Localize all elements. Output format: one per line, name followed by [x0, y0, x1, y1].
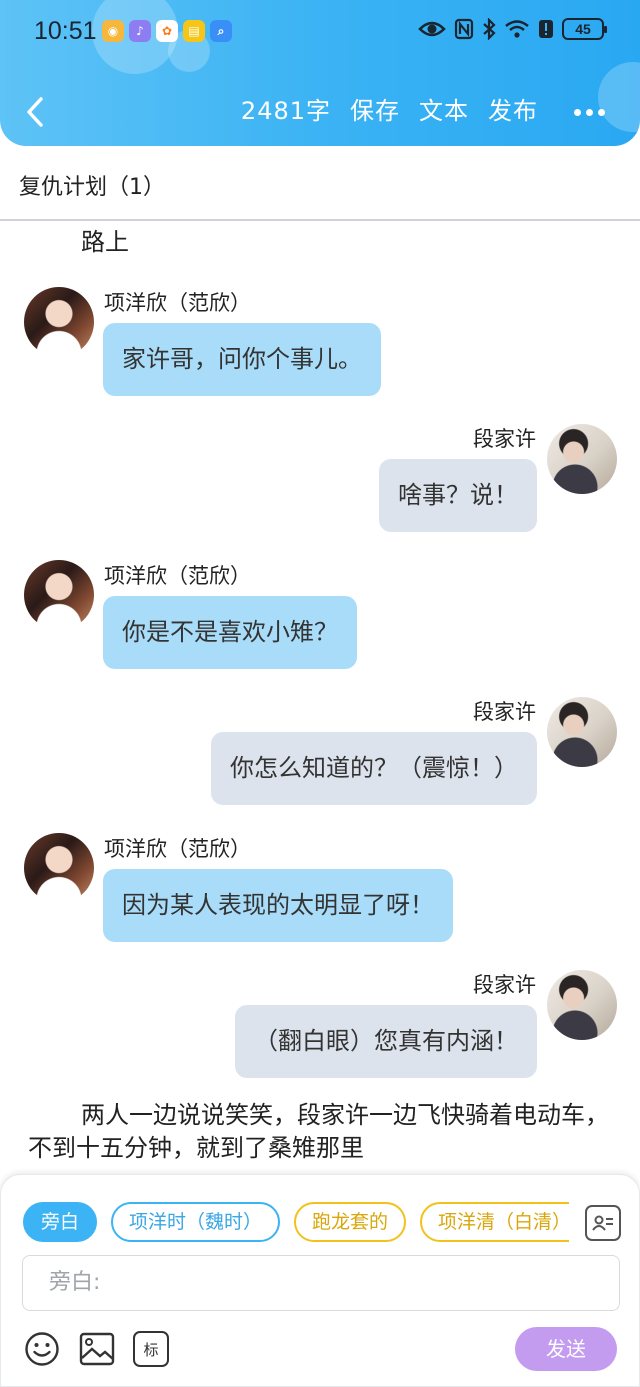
wifi-icon — [505, 20, 529, 38]
message-bubble[interactable]: （翻白眼）您真有内涵！ — [235, 1005, 537, 1078]
more-options-button[interactable] — [568, 92, 610, 132]
sender-name: 段家许 — [473, 427, 536, 451]
divider — [0, 219, 640, 221]
more-dot — [597, 108, 605, 116]
alert-icon — [539, 20, 553, 38]
status-time: 10:51 — [34, 17, 97, 45]
notes-icon: ▤ — [183, 20, 205, 42]
sender-name: 项洋欣（范欣） — [104, 837, 251, 861]
notification-icons: ◉ ♪ ✿ ▤ ⌕ — [102, 20, 232, 42]
dialogue-input[interactable]: 旁白: — [22, 1255, 620, 1311]
role-list-button[interactable] — [585, 1205, 621, 1241]
word-count: 2481字 — [240, 97, 331, 125]
nfc-icon — [454, 18, 474, 40]
role-chip[interactable]: 项洋时（魏时） — [111, 1202, 281, 1242]
text-mode-button[interactable]: 文本 — [419, 95, 469, 127]
role-chips: 旁白 项洋时（魏时） 跑龙套的 项洋清（白清） — [23, 1202, 569, 1244]
battery-icon: 45 — [562, 18, 607, 40]
contact-card-icon — [592, 1215, 613, 1231]
message-bubble[interactable]: 因为某人表现的太明显了呀！ — [103, 869, 453, 942]
status-bar: 10:51 ◉ ♪ ✿ ▤ ⌕ 45 — [0, 0, 640, 64]
music-icon: ♪ — [129, 20, 151, 42]
message-bubble[interactable]: 家许哥，问你个事儿。 — [103, 323, 381, 396]
message-bubble[interactable]: 啥事？说！ — [379, 459, 537, 532]
narration-scene[interactable]: 路上 — [81, 226, 129, 259]
avatar[interactable] — [547, 697, 617, 767]
toolbar-actions: 2481字 保存 文本 发布 — [241, 95, 538, 127]
more-dot — [585, 108, 593, 116]
avatar[interactable] — [24, 560, 94, 630]
role-chip[interactable]: 跑龙套的 — [294, 1202, 407, 1242]
sender-name: 段家许 — [473, 700, 536, 724]
input-panel: 旁白 项洋时（魏时） 跑龙套的 项洋清（白清） 旁白: 标 发送 — [0, 1174, 640, 1387]
system-icons: 45 — [418, 18, 607, 40]
send-button[interactable]: 发送 — [515, 1327, 617, 1371]
role-chip[interactable]: 项洋清（白清） — [420, 1202, 569, 1242]
image-button[interactable] — [79, 1331, 115, 1367]
more-dot — [573, 108, 581, 116]
header: 10:51 ◉ ♪ ✿ ▤ ⌕ 45 2481字 保存 文本 发布 — [0, 0, 640, 146]
back-button[interactable] — [18, 92, 52, 132]
chevron-left-icon — [27, 97, 43, 127]
avatar[interactable] — [547, 970, 617, 1040]
avatar[interactable] — [24, 287, 94, 357]
chapter-title[interactable]: 复仇计划（1） — [19, 169, 165, 201]
image-icon — [79, 1332, 115, 1366]
sender-name: 项洋欣（范欣） — [104, 564, 251, 588]
emoji-button[interactable] — [24, 1331, 60, 1367]
publish-button[interactable]: 发布 — [488, 95, 538, 127]
editor-toolbar: 2481字 保存 文本 发布 — [0, 82, 640, 142]
sender-name: 段家许 — [473, 973, 536, 997]
avatar[interactable] — [24, 833, 94, 903]
weibo-icon: ◉ — [102, 20, 124, 42]
bluetooth-icon — [483, 18, 496, 40]
emoji-icon — [25, 1332, 59, 1366]
search-app-icon: ⌕ — [210, 20, 232, 42]
role-chip-narration[interactable]: 旁白 — [23, 1202, 98, 1242]
taobao-icon: ✿ — [156, 20, 178, 42]
mark-button[interactable]: 标 — [133, 1331, 169, 1367]
narration-paragraph[interactable]: 两人一边说说笑笑，段家许一边飞快骑着电动车，不到十五分钟，就到了桑雉那里 — [28, 1099, 618, 1165]
message-bubble[interactable]: 你怎么知道的？（震惊！） — [211, 732, 537, 805]
battery-level: 45 — [575, 21, 591, 37]
save-button[interactable]: 保存 — [350, 95, 400, 127]
sender-name: 项洋欣（范欣） — [104, 291, 251, 315]
eye-icon — [418, 21, 446, 37]
message-bubble[interactable]: 你是不是喜欢小雉？ — [103, 596, 357, 669]
avatar[interactable] — [547, 424, 617, 494]
